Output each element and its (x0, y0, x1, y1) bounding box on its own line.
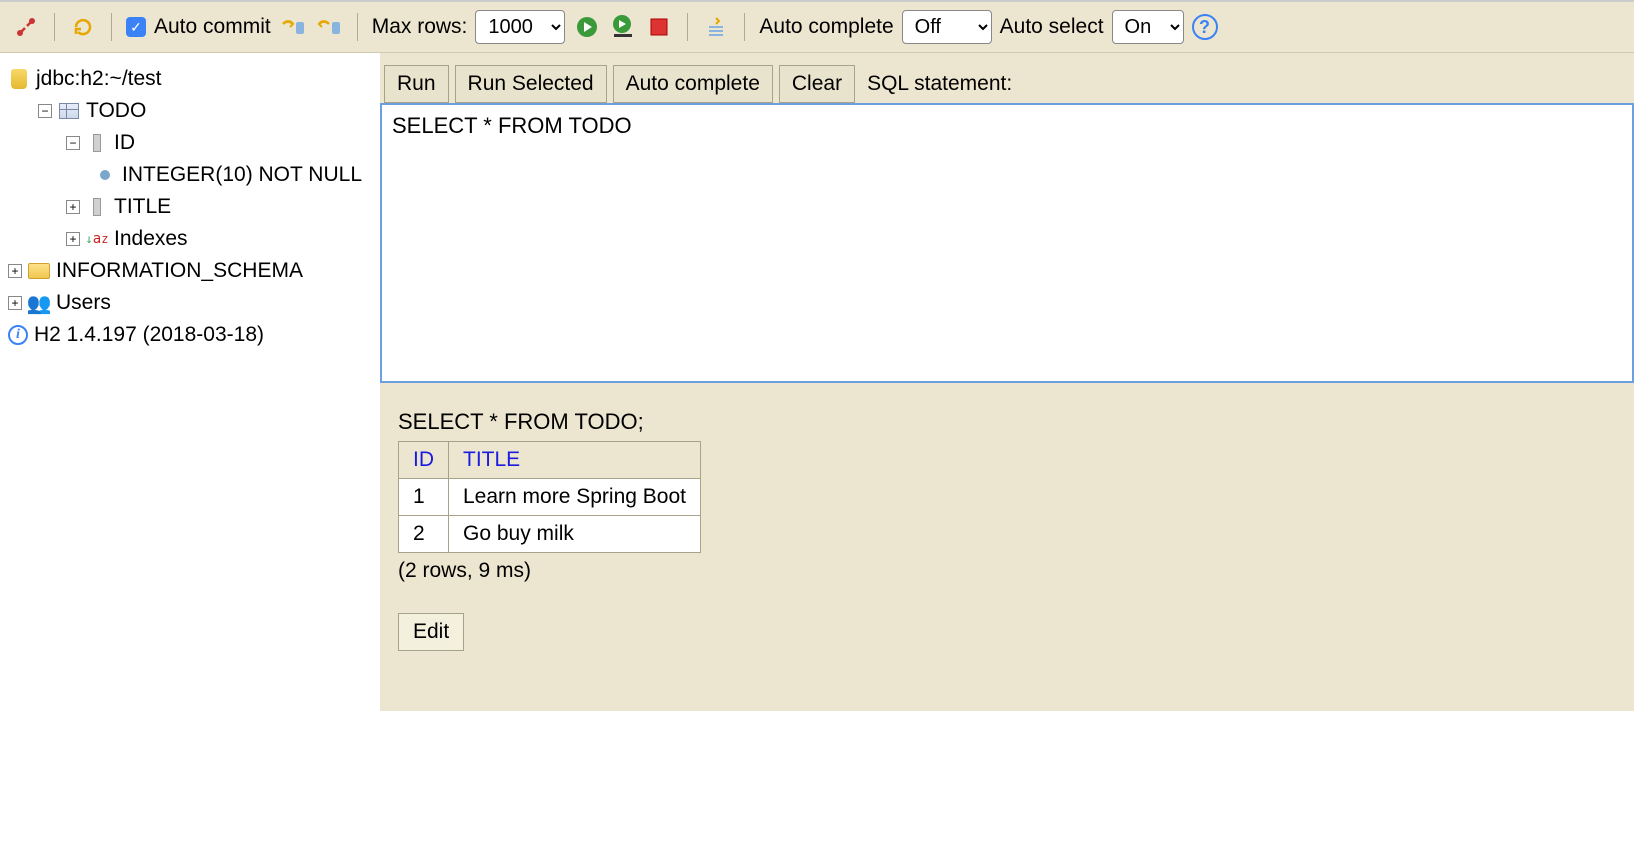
tree-users[interactable]: + 👥 Users (8, 287, 372, 319)
table-icon (58, 101, 80, 121)
auto-commit-label: Auto commit (154, 15, 271, 39)
result-stats: (2 rows, 9 ms) (398, 559, 1616, 583)
tree-table[interactable]: − TODO (8, 95, 372, 127)
edit-button[interactable]: Edit (398, 613, 464, 651)
disconnect-icon[interactable] (12, 13, 40, 41)
expand-icon[interactable]: + (66, 200, 80, 214)
refresh-icon[interactable] (69, 13, 97, 41)
separator (744, 13, 745, 41)
auto-complete-select[interactable]: Off (902, 10, 992, 44)
tree-schema[interactable]: + INFORMATION_SCHEMA (8, 255, 372, 287)
indexes-label: Indexes (114, 227, 188, 251)
collapse-icon[interactable]: − (66, 136, 80, 150)
results-panel: SELECT * FROM TODO; ID TITLE 1 Learn mor… (380, 389, 1634, 671)
users-icon: 👥 (28, 293, 50, 313)
expand-icon[interactable]: + (8, 296, 22, 310)
version-label: H2 1.4.197 (2018-03-18) (34, 323, 264, 347)
cell: 2 (399, 516, 449, 553)
tree-column-id[interactable]: − ID (8, 127, 372, 159)
auto-complete-button[interactable]: Auto complete (613, 65, 773, 103)
collapse-icon[interactable]: − (38, 104, 52, 118)
cell: Learn more Spring Boot (449, 479, 701, 516)
separator (111, 13, 112, 41)
sql-statement-label: SQL statement: (867, 72, 1012, 96)
max-rows-label: Max rows: (372, 15, 468, 39)
clear-button[interactable]: Clear (779, 65, 855, 103)
content-area: Run Run Selected Auto complete Clear SQL… (380, 53, 1634, 711)
expand-icon[interactable]: + (8, 264, 22, 278)
max-rows-select[interactable]: 1000 (475, 10, 565, 44)
column-header-id[interactable]: ID (399, 442, 449, 479)
auto-select-label: Auto select (1000, 15, 1104, 39)
column-header-title[interactable]: TITLE (449, 442, 701, 479)
indexes-icon: ↓az (86, 229, 108, 249)
table-label: TODO (86, 99, 146, 123)
folder-icon (28, 261, 50, 281)
auto-complete-label: Auto complete (759, 15, 893, 39)
tree-column-type[interactable]: INTEGER(10) NOT NULL (8, 159, 372, 191)
separator (54, 13, 55, 41)
users-label: Users (56, 291, 111, 315)
column-icon (86, 197, 108, 217)
column-icon (86, 133, 108, 153)
run-icon[interactable] (573, 13, 601, 41)
sidebar: jdbc:h2:~/test − TODO − ID INTEGER(10) N… (0, 53, 380, 711)
database-icon (8, 69, 30, 89)
executed-sql: SELECT * FROM TODO; (398, 409, 1616, 435)
toolbar: ✓ Auto commit Max rows: 1000 Auto comple… (0, 0, 1634, 53)
run-button[interactable]: Run (384, 65, 449, 103)
column-type-label: INTEGER(10) NOT NULL (122, 163, 362, 187)
commit-icon[interactable] (279, 13, 307, 41)
auto-commit-checkbox[interactable]: ✓ (126, 17, 146, 37)
stop-icon[interactable] (645, 13, 673, 41)
info-icon: i (8, 325, 28, 345)
schema-label: INFORMATION_SCHEMA (56, 259, 303, 283)
run-selected-icon[interactable] (609, 13, 637, 41)
expand-icon[interactable]: + (66, 232, 80, 246)
auto-select-select[interactable]: On (1112, 10, 1184, 44)
column-title-label: TITLE (114, 195, 171, 219)
cell: Go buy milk (449, 516, 701, 553)
table-row: 1 Learn more Spring Boot (399, 479, 701, 516)
tree-column-title[interactable]: + TITLE (8, 191, 372, 223)
sql-input[interactable] (380, 103, 1634, 383)
history-icon[interactable] (702, 13, 730, 41)
result-table: ID TITLE 1 Learn more Spring Boot 2 Go b… (398, 441, 701, 553)
connection-label: jdbc:h2:~/test (36, 67, 162, 91)
type-icon (94, 165, 116, 185)
column-id-label: ID (114, 131, 135, 155)
rollback-icon[interactable] (315, 13, 343, 41)
run-selected-button[interactable]: Run Selected (455, 65, 607, 103)
cell: 1 (399, 479, 449, 516)
tree-version: i H2 1.4.197 (2018-03-18) (8, 319, 372, 351)
help-icon[interactable]: ? (1192, 14, 1218, 40)
tree-indexes[interactable]: + ↓az Indexes (8, 223, 372, 255)
separator (687, 13, 688, 41)
tree-connection[interactable]: jdbc:h2:~/test (8, 63, 372, 95)
table-row: 2 Go buy milk (399, 516, 701, 553)
separator (357, 13, 358, 41)
